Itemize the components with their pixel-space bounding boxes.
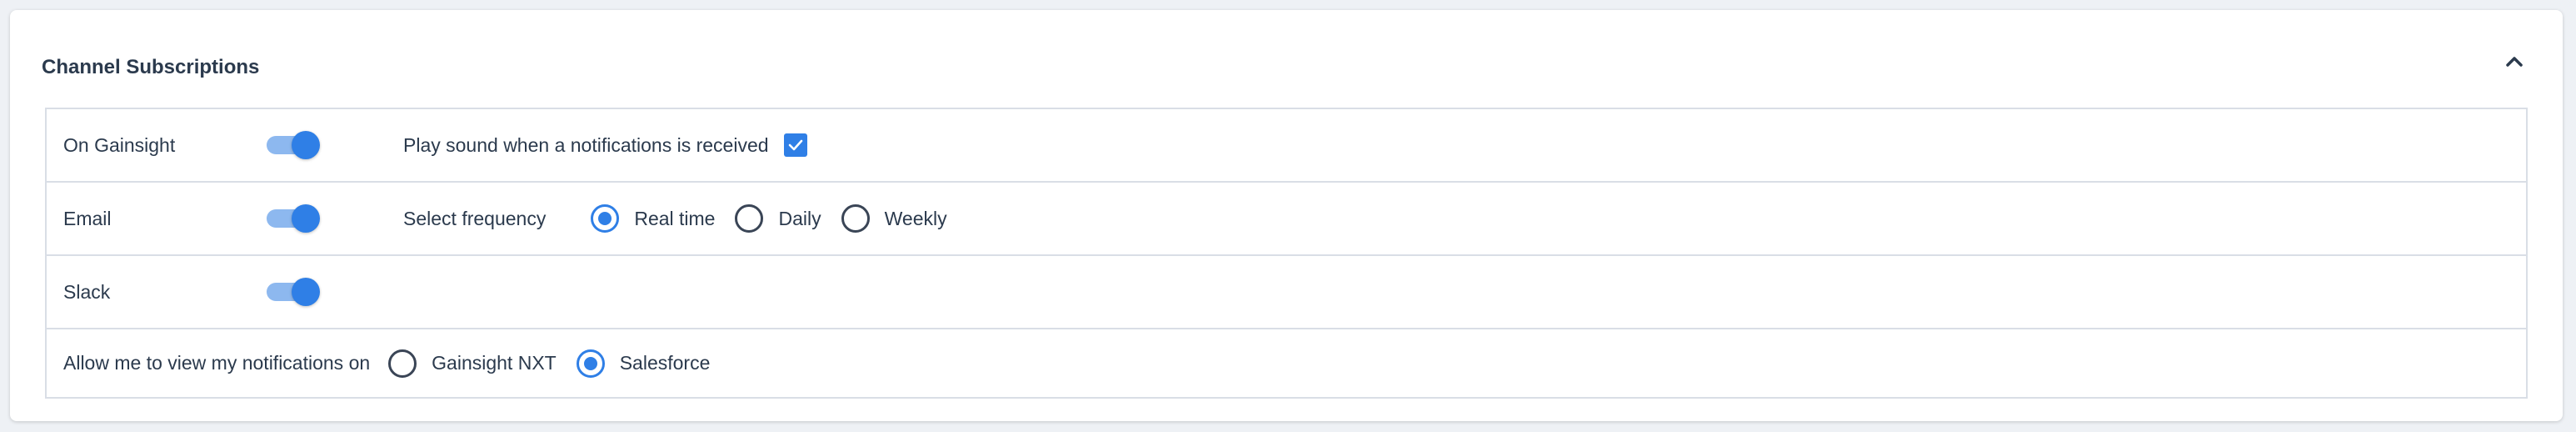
row-label: Slack [63,280,111,303]
section-title: Channel Subscriptions [42,56,260,78]
channel-subscriptions-card: Channel Subscriptions On Gainsight Play … [10,10,2563,421]
view-notifications-text: Allow me to view my notifications on [63,352,371,374]
radio-label: Daily [778,207,821,229]
view-notifications-label: Allow me to view my notifications on Gai… [63,329,710,397]
radio-button[interactable] [841,204,870,233]
radio-button[interactable] [735,204,764,233]
view-on-radio-group: Gainsight NXT Salesforce [388,349,710,378]
toggle-thumb [292,278,320,306]
toggle-thumb [292,204,320,233]
row-label: On Gainsight [63,133,176,156]
frequency-selector: Select frequency Real time Daily Weekly [403,183,947,254]
subscriptions-table: On Gainsight Play sound when a notificat… [45,108,2528,399]
on-gainsight-toggle[interactable] [267,129,322,161]
frequency-option-weekly[interactable]: Weekly [841,204,947,233]
frequency-radio-group: Real time Daily Weekly [591,204,947,233]
collapse-button[interactable] [2498,45,2531,78]
checkmark-icon [788,139,802,151]
frequency-option-real-time[interactable]: Real time [591,204,715,233]
radio-button[interactable] [388,349,417,378]
view-option-salesforce[interactable]: Salesforce [576,349,711,378]
slack-toggle[interactable] [267,276,322,308]
toggle-thumb [292,131,320,159]
radio-label: Weekly [884,207,947,229]
view-option-gainsight-nxt[interactable]: Gainsight NXT [388,349,557,378]
email-toggle[interactable] [267,203,322,234]
row-email: Email Select frequency Real time Daily W… [47,183,2526,256]
play-sound-label: Play sound when a notifications is recei… [403,133,769,156]
radio-label: Real time [634,207,716,229]
radio-button[interactable] [576,349,605,378]
play-sound-option: Play sound when a notifications is recei… [403,109,807,181]
row-view-notifications-on: Allow me to view my notifications on Gai… [47,329,2526,397]
row-on-gainsight: On Gainsight Play sound when a notificat… [47,109,2526,183]
frequency-label: Select frequency [403,207,547,229]
row-label: Email [63,207,112,229]
row-slack: Slack [47,256,2526,329]
radio-button[interactable] [591,204,620,233]
chevron-up-icon [2506,57,2523,67]
card-header: Channel Subscriptions [42,10,2563,108]
play-sound-checkbox[interactable] [783,133,807,157]
radio-label: Gainsight NXT [432,352,557,374]
frequency-option-daily[interactable]: Daily [735,204,821,233]
radio-label: Salesforce [619,352,711,374]
